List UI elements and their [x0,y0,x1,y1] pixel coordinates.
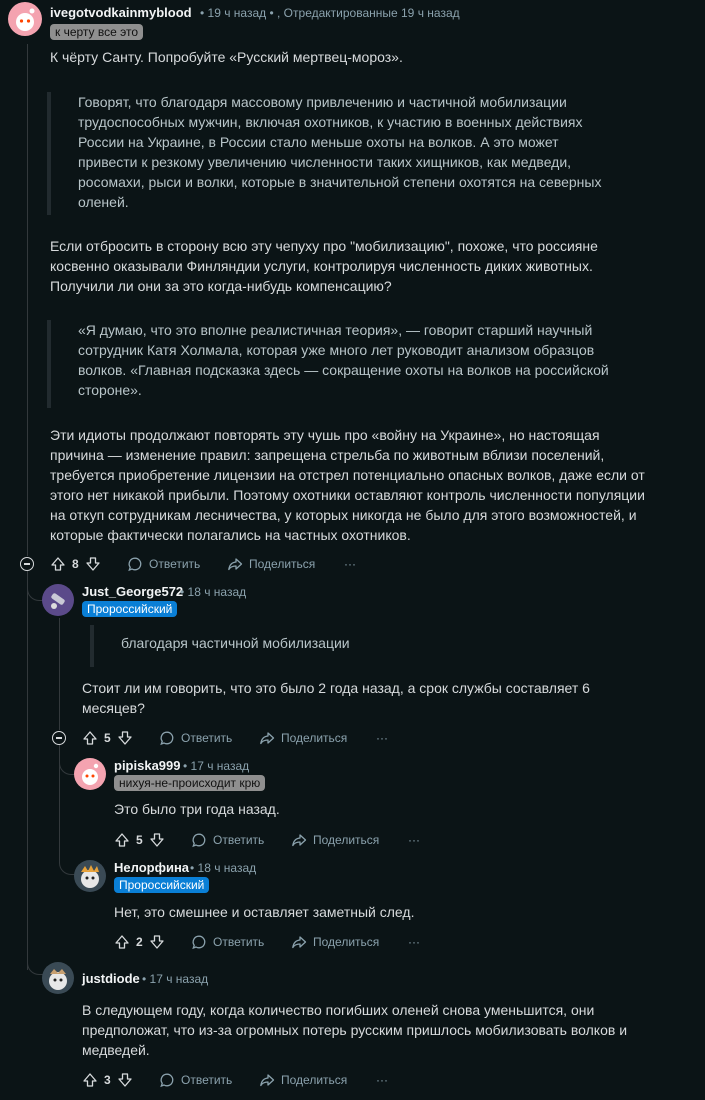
share-label: Поделиться [249,557,316,571]
share-button[interactable]: Поделиться [227,554,315,574]
comment-text: В следующем году, когда количество погиб… [82,1002,628,1058]
share-label: Поделиться [281,1073,348,1087]
more-options-button[interactable]: ··· [376,1070,388,1090]
comment-text: Это было три года назад. [114,801,280,817]
reply-label: Ответить [181,731,233,745]
blockquote: «Я думаю, что это вполне реалистичная те… [47,320,618,408]
blockquote-text: Говорят, что благодаря массовому привлеч… [78,94,602,210]
comment-icon [191,934,207,950]
comment-author[interactable]: Нелорфина [114,860,189,875]
avatar[interactable] [74,758,106,790]
avatar[interactable] [42,962,74,994]
blockquote-text: благодаря частичной мобилизации [121,635,350,651]
vote-count: 2 [136,935,143,949]
share-icon [259,1072,275,1088]
more-icon: ··· [376,1073,388,1087]
reply-button[interactable]: Ответить [191,932,264,952]
collapse-thread-button[interactable] [20,557,34,571]
share-button[interactable]: Поделиться [259,728,347,748]
comment-meta: • 19 ч назад • , Отредактированные 19 ч … [200,6,460,20]
reply-label: Ответить [213,833,265,847]
user-flair: к черту все это [50,24,144,40]
share-icon [227,556,243,572]
share-icon [259,730,275,746]
downvote-icon[interactable] [149,832,165,848]
share-label: Поделиться [313,935,380,949]
user-flair: Пророссийский [82,601,178,617]
comment-text: Стоит ли им говорить, что это было 2 год… [82,680,590,716]
blockquote: благодаря частичной мобилизации [90,625,521,667]
user-flair: нихуя-не-происходит крю [114,775,266,791]
comment-author[interactable]: pipiska999 [114,758,181,773]
comment-meta: • 17 ч назад [142,972,209,986]
reply-button[interactable]: Ответить [127,554,200,574]
vote-count: 5 [136,833,143,847]
share-label: Поделиться [313,833,380,847]
comment-icon [159,1072,175,1088]
comment-paragraph: К чёрту Санту. Попробуйте «Русский мертв… [50,49,403,65]
reply-label: Ответить [213,935,265,949]
share-button[interactable]: Поделиться [291,932,379,952]
comment-paragraph: Если отбросить в сторону всю эту чепуху … [50,238,598,294]
comment-meta: • 18 ч назад [180,585,247,599]
downvote-icon[interactable] [117,1072,133,1088]
more-icon: ··· [408,935,420,949]
more-options-button[interactable]: ··· [376,728,388,748]
avatar[interactable] [42,584,74,616]
comment-paragraph: Эти идиоты продолжают повторять эту чушь… [50,427,645,543]
comment-meta: • 18 ч назад [190,861,257,875]
more-icon: ··· [344,557,356,571]
user-flair: Пророссийский [114,877,210,893]
collapse-thread-button[interactable] [52,731,66,745]
comment-text: Нет, это смешнее и оставляет заметный сл… [114,904,415,920]
more-icon: ··· [376,731,388,745]
comment-author[interactable]: Just_George572 [82,584,183,599]
reply-button[interactable]: Ответить [191,830,264,850]
comment-meta: • 17 ч назад [183,759,250,773]
more-icon: ··· [408,833,420,847]
upvote-icon[interactable] [82,730,98,746]
vote-count: 5 [104,731,111,745]
share-icon [291,832,307,848]
upvote-icon[interactable] [114,934,130,950]
avatar[interactable] [8,2,42,36]
blockquote: Говорят, что благодаря массовому привлеч… [47,92,618,215]
upvote-icon[interactable] [50,556,66,572]
vote-count: 8 [72,557,79,571]
upvote-icon[interactable] [82,1072,98,1088]
comment-icon [191,832,207,848]
more-options-button[interactable]: ··· [408,932,420,952]
reply-label: Ответить [181,1073,233,1087]
reply-label: Ответить [149,557,201,571]
more-options-button[interactable]: ··· [344,554,356,574]
comment-author[interactable]: ivegotvodkainmyblood [50,5,192,20]
vote-count: 3 [104,1073,111,1087]
comment-icon [127,556,143,572]
comment-author[interactable]: justdiode [82,971,140,986]
downvote-icon[interactable] [85,556,101,572]
share-button[interactable]: Поделиться [259,1070,347,1090]
upvote-icon[interactable] [114,832,130,848]
downvote-icon[interactable] [149,934,165,950]
reply-button[interactable]: Ответить [159,1070,232,1090]
blockquote-text: «Я думаю, что это вполне реалистичная те… [78,322,609,398]
downvote-icon[interactable] [117,730,133,746]
reply-button[interactable]: Ответить [159,728,232,748]
share-icon [291,934,307,950]
avatar[interactable] [74,860,106,892]
share-button[interactable]: Поделиться [291,830,379,850]
more-options-button[interactable]: ··· [408,830,420,850]
comment-icon [159,730,175,746]
share-label: Поделиться [281,731,348,745]
